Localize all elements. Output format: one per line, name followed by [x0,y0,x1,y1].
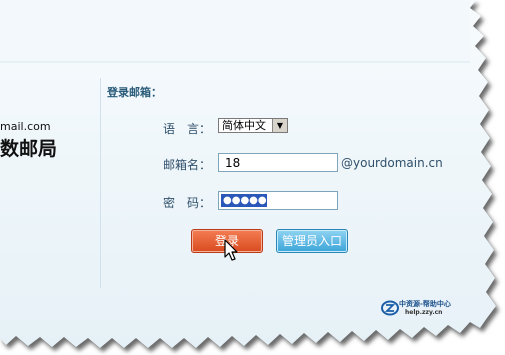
zzy-emblem-icon [381,300,399,316]
mail-office-title: 数邮局 [0,138,58,160]
vertical-divider [100,78,101,288]
watermark-brand: 中资源-帮助中心 [399,300,451,308]
watermark-url: help.zzy.cn [405,309,443,316]
domain-suffix: @yourdomain.cn [341,156,443,170]
mailbox-label: 邮箱名： [163,158,212,172]
admin-entry-button[interactable]: 管理员入口 [276,229,348,253]
language-select[interactable]: 简体中文 ▼ [218,118,288,133]
dropdown-arrow-icon[interactable]: ▼ [272,119,287,132]
mouse-cursor-icon [224,239,238,261]
mailbox-input[interactable]: 18 [218,153,338,172]
password-input[interactable]: ●●●●●● [218,191,338,210]
mailbox-input-value: 18 [225,156,241,170]
password-label: 密 码： [163,196,212,210]
login-section-title: 登录邮箱： [107,86,162,99]
language-label: 语 言： [163,122,212,136]
language-select-value: 简体中文 [222,119,266,132]
password-selected-mask: ●●●●●● [221,194,276,207]
zzy-help-center-logo: 中资源-帮助中心 help.zzy.cn [381,298,461,322]
email-domain-fragment: mail.com [0,120,51,133]
